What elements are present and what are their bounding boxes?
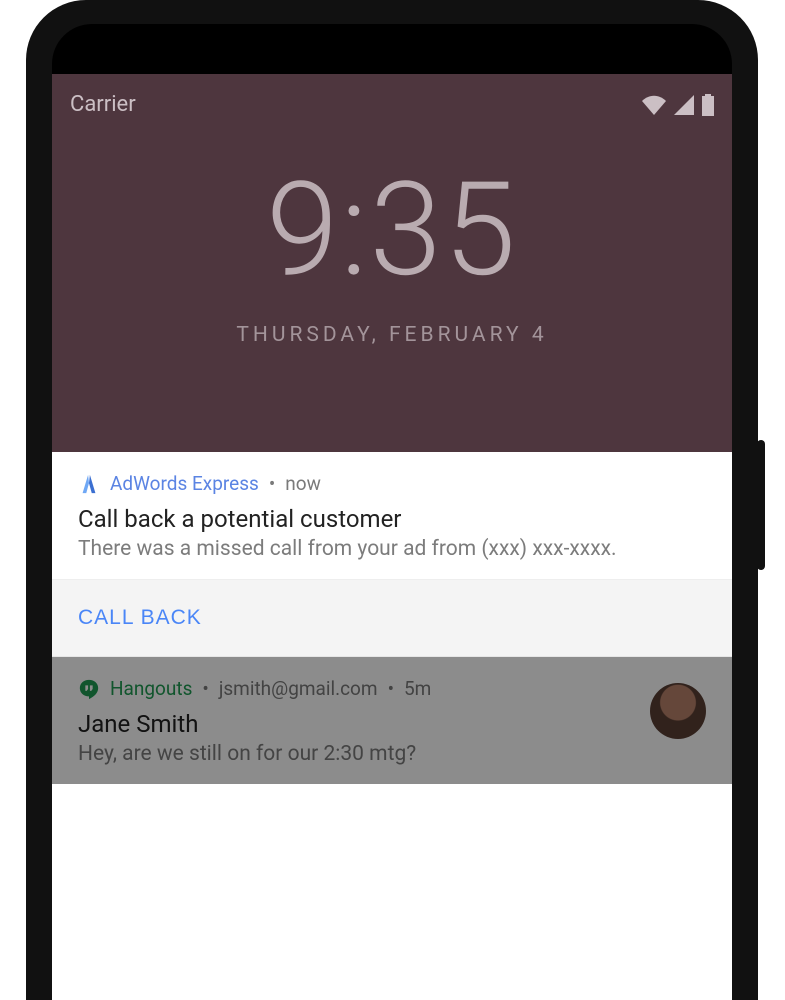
- notification-header: Hangouts • jsmith@gmail.com • 5m: [78, 677, 638, 700]
- notification-title: Call back a potential customer: [78, 505, 706, 533]
- app-name: Hangouts: [110, 677, 192, 700]
- status-icons: [642, 94, 714, 116]
- phone-frame: Carrier 9:35 THURSDAY, FEBRUARY 4: [26, 0, 758, 1000]
- cellular-icon: [674, 95, 694, 115]
- separator: •: [202, 677, 208, 700]
- lock-screen-top: Carrier 9:35 THURSDAY, FEBRUARY 4: [52, 74, 732, 452]
- account-label: jsmith@gmail.com: [219, 677, 378, 700]
- phone-screen: Carrier 9:35 THURSDAY, FEBRUARY 4: [52, 74, 732, 1000]
- notification-body: Hey, are we still on for our 2:30 mtg?: [78, 742, 638, 766]
- adwords-icon: [78, 473, 100, 495]
- wifi-icon: [642, 95, 666, 115]
- call-back-button[interactable]: CALL BACK: [78, 606, 202, 630]
- separator: •: [269, 472, 275, 495]
- app-name: AdWords Express: [110, 472, 259, 495]
- notification-header: AdWords Express • now: [78, 472, 706, 495]
- lock-time: 9:35: [52, 165, 732, 295]
- notification-time: 5m: [404, 677, 431, 700]
- notification-title: Jane Smith: [78, 710, 638, 738]
- separator: •: [388, 677, 394, 700]
- notification-time: now: [285, 472, 321, 495]
- hangouts-icon: [78, 678, 100, 700]
- status-bar: Carrier: [52, 84, 732, 117]
- power-button[interactable]: [757, 440, 765, 570]
- battery-icon: [702, 94, 714, 116]
- carrier-label: Carrier: [70, 92, 136, 117]
- notification-adwords[interactable]: AdWords Express • now Call back a potent…: [52, 452, 732, 657]
- notification-hangouts[interactable]: Hangouts • jsmith@gmail.com • 5m Jane Sm…: [52, 657, 732, 784]
- avatar: [650, 683, 706, 739]
- lock-date: THURSDAY, FEBRUARY 4: [52, 323, 732, 347]
- phone-inner: Carrier 9:35 THURSDAY, FEBRUARY 4: [52, 24, 732, 1000]
- notification-body: There was a missed call from your ad fro…: [78, 537, 706, 561]
- notification-action-bar: CALL BACK: [52, 580, 732, 657]
